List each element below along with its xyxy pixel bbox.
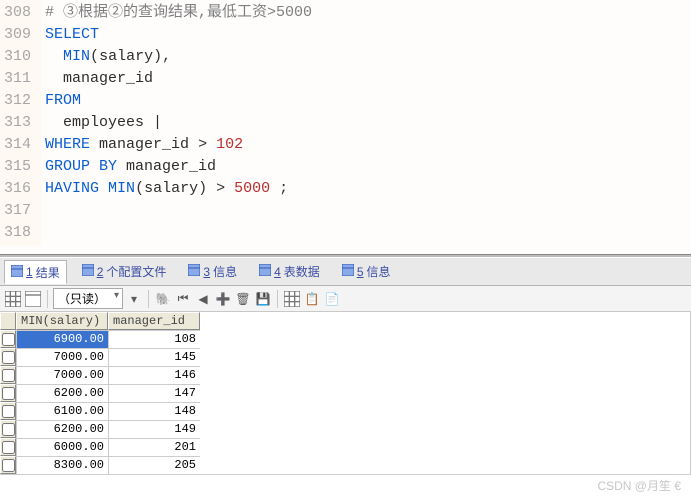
tab-icon (11, 265, 23, 280)
result-tabs: 1 结果 2 个配置文件 3 信息 4 表数据 5 信息 (0, 258, 691, 286)
cell-manager-id[interactable]: 146 (108, 366, 200, 384)
line-number: 314 (4, 134, 31, 156)
code-area[interactable]: # ③根据②的查询结果,最低工资>5000SELECT MIN(salary),… (41, 0, 316, 246)
line-number: 309 (4, 24, 31, 46)
line-number: 310 (4, 46, 31, 68)
row-checkbox[interactable] (2, 333, 15, 346)
row-checkbox-cell[interactable] (0, 366, 16, 384)
tab-4[interactable]: 4 表数据 (252, 260, 327, 283)
watermark: CSDN @月笙 € (597, 477, 681, 494)
line-number: 315 (4, 156, 31, 178)
sql-editor[interactable]: 308309310311312313314315316317318 # ③根据②… (0, 0, 691, 254)
code-line[interactable] (45, 200, 312, 222)
row-checkbox-cell[interactable] (0, 402, 16, 420)
table-row[interactable]: 7000.00145 (0, 348, 690, 366)
line-number: 312 (4, 90, 31, 112)
cell-manager-id[interactable]: 108 (108, 330, 200, 348)
cell-min-salary[interactable]: 6200.00 (16, 384, 108, 402)
toolbar-separator (277, 290, 278, 308)
row-checkbox[interactable] (2, 405, 15, 418)
cell-min-salary[interactable]: 6200.00 (16, 420, 108, 438)
table-row[interactable]: 7000.00146 (0, 366, 690, 384)
code-line[interactable]: # ③根据②的查询结果,最低工资>5000 (45, 2, 312, 24)
code-line[interactable] (45, 222, 312, 244)
row-checkbox[interactable] (2, 423, 15, 436)
column-header[interactable]: manager_id (108, 312, 200, 330)
code-line[interactable]: HAVING MIN(salary) > 5000 ; (45, 178, 312, 200)
toolbar-separator (148, 290, 149, 308)
table-row[interactable]: 6100.00148 (0, 402, 690, 420)
mode-select[interactable]: （只读） (53, 288, 123, 309)
cell-min-salary[interactable]: 6900.00 (16, 330, 108, 348)
code-line[interactable]: FROM (45, 90, 312, 112)
line-number: 308 (4, 2, 31, 24)
tab-5[interactable]: 5 信息 (335, 260, 398, 283)
row-checkbox-cell[interactable] (0, 438, 16, 456)
result-grid[interactable]: MIN(salary)manager_id6900.001087000.0014… (0, 312, 691, 475)
grid-view-icon[interactable] (4, 290, 22, 308)
code-line[interactable]: WHERE manager_id > 102 (45, 134, 312, 156)
dropdown-icon[interactable]: ▾ (125, 290, 143, 308)
code-line[interactable]: manager_id (45, 68, 312, 90)
table-row[interactable]: 6900.00108 (0, 330, 690, 348)
row-checkbox-cell[interactable] (0, 348, 16, 366)
cell-min-salary[interactable]: 7000.00 (16, 348, 108, 366)
tab-icon (342, 264, 354, 279)
grid-corner[interactable] (0, 312, 16, 330)
cell-manager-id[interactable]: 205 (108, 456, 200, 474)
save-icon[interactable]: 💾 (254, 290, 272, 308)
code-line[interactable]: GROUP BY manager_id (45, 156, 312, 178)
first-icon[interactable]: ⏮ (174, 290, 192, 308)
tab-2[interactable]: 2 个配置文件 (75, 260, 174, 283)
tab-icon (188, 264, 200, 279)
table-row[interactable]: 6000.00201 (0, 438, 690, 456)
cell-min-salary[interactable]: 6100.00 (16, 402, 108, 420)
filter-icon[interactable]: 📄 (323, 290, 341, 308)
row-checkbox[interactable] (2, 351, 15, 364)
tab-3[interactable]: 3 信息 (181, 260, 244, 283)
row-checkbox[interactable] (2, 441, 15, 454)
toolbar-separator (47, 290, 48, 308)
cell-manager-id[interactable]: 147 (108, 384, 200, 402)
line-number: 313 (4, 112, 31, 134)
row-checkbox-cell[interactable] (0, 420, 16, 438)
tab-icon (259, 264, 271, 279)
code-line[interactable]: employees | (45, 112, 312, 134)
tab-1[interactable]: 1 结果 (4, 260, 67, 284)
table-row[interactable]: 6200.00147 (0, 384, 690, 402)
add-icon[interactable]: ➕ (214, 290, 232, 308)
code-line[interactable]: SELECT (45, 24, 312, 46)
line-number: 316 (4, 178, 31, 200)
prev-icon[interactable]: ◀ (194, 290, 212, 308)
delete-icon[interactable]: 🗑 (234, 290, 252, 308)
row-checkbox-cell[interactable] (0, 384, 16, 402)
cell-manager-id[interactable]: 149 (108, 420, 200, 438)
refresh-icon[interactable]: 🐘 (154, 290, 172, 308)
cell-manager-id[interactable]: 148 (108, 402, 200, 420)
cell-min-salary[interactable]: 8300.00 (16, 456, 108, 474)
form-view-icon[interactable] (24, 290, 42, 308)
tab-icon (82, 264, 94, 279)
line-number: 317 (4, 200, 31, 222)
cell-min-salary[interactable]: 6000.00 (16, 438, 108, 456)
row-checkbox-cell[interactable] (0, 456, 16, 474)
row-checkbox[interactable] (2, 387, 15, 400)
cell-manager-id[interactable]: 145 (108, 348, 200, 366)
copy-icon[interactable]: 📋 (303, 290, 321, 308)
line-gutter: 308309310311312313314315316317318 (0, 0, 41, 246)
row-checkbox-cell[interactable] (0, 330, 16, 348)
line-number: 311 (4, 68, 31, 90)
line-number: 318 (4, 222, 31, 244)
row-checkbox[interactable] (2, 369, 15, 382)
result-toolbar: （只读） ▾ 🐘 ⏮ ◀ ➕ 🗑 💾 📋 📄 (0, 286, 691, 312)
column-header[interactable]: MIN(salary) (16, 312, 108, 330)
row-checkbox[interactable] (2, 459, 15, 472)
export-icon[interactable] (283, 290, 301, 308)
table-row[interactable]: 8300.00205 (0, 456, 690, 474)
cell-min-salary[interactable]: 7000.00 (16, 366, 108, 384)
cell-manager-id[interactable]: 201 (108, 438, 200, 456)
table-row[interactable]: 6200.00149 (0, 420, 690, 438)
code-line[interactable]: MIN(salary), (45, 46, 312, 68)
